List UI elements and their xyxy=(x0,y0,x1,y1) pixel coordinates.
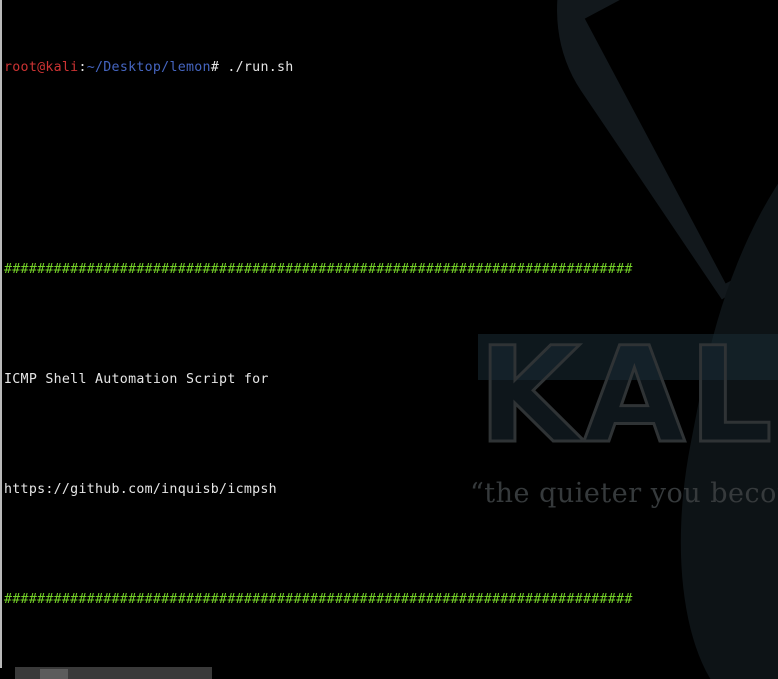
banner-url: https://github.com/inquisb/icmpsh xyxy=(4,481,277,497)
desktop-taskbar[interactable] xyxy=(15,667,212,679)
terminal-output[interactable]: root@kali:~/Desktop/lemon# ./run.sh ####… xyxy=(0,0,778,668)
banner-title: ICMP Shell Automation Script for xyxy=(4,371,269,387)
prompt-user-host: root@kali xyxy=(4,60,79,76)
banner-rule-bottom: ########################################… xyxy=(4,592,633,607)
prompt-colon: : xyxy=(78,60,87,76)
banner-rule-top: ########################################… xyxy=(4,261,633,277)
shell-prompt-line: root@kali:~/Desktop/lemon# ./run.sh xyxy=(4,59,778,77)
terminal-screen: KALI “the quieter you becom root@kali:~/… xyxy=(0,0,778,679)
prompt-path: ~/Desktop/lemon xyxy=(86,60,211,76)
prompt-command: ./run.sh xyxy=(219,60,294,76)
prompt-sigil: # xyxy=(210,60,220,76)
taskbar-window-button[interactable] xyxy=(40,669,68,679)
